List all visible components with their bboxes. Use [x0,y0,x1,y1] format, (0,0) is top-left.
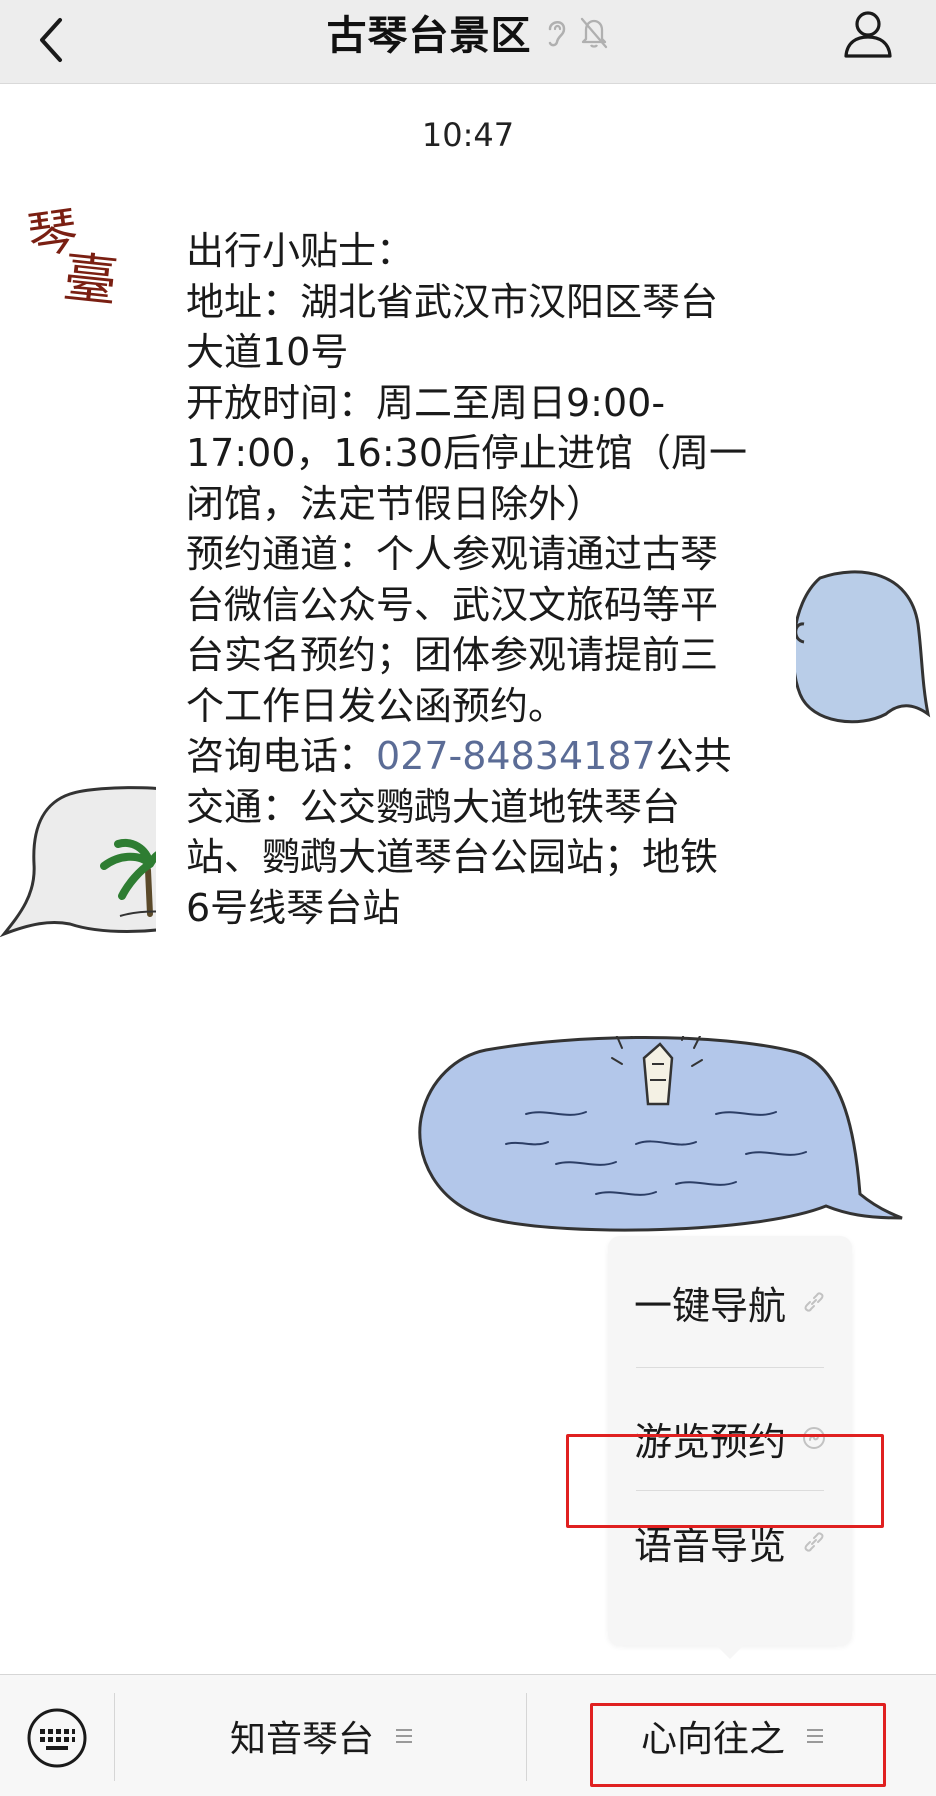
message-line: 个工作日发公函预约。 [186,683,567,728]
title-status-icons [544,15,610,49]
phone-link[interactable]: 027-84834187 [376,734,656,778]
ear-icon [548,21,565,47]
bar-divider [114,1693,115,1781]
navigation-bar: 古琴台景区 [0,0,936,84]
svg-text:臺: 臺 [60,245,120,306]
page-title: 古琴台景区 [326,13,532,59]
message-line: 预约通道：个人参观请通过古琴 [186,532,719,576]
submenu-popup: 一键导航 游览预约 语音导览 [608,1236,852,1659]
mini-program-icon [803,1427,825,1449]
bottom-menu-zhiyinqintai[interactable]: 知音琴台 [116,1675,526,1796]
bar-divider [526,1693,527,1781]
message-line: 6号线琴台站 [186,885,401,930]
keyboard-icon[interactable] [26,1707,88,1769]
menu-item-navigation[interactable]: 一键导航 [608,1250,852,1354]
contact-line: 咨询电话：027-84834187公共 [186,731,766,782]
message-line: 开放时间：周二至周日9:00- [186,380,666,425]
phone-prefix: 咨询电话： [186,734,377,778]
link-icon [804,1292,824,1312]
bottom-menu-bar: 知音琴台 心向往之 [0,1674,936,1796]
message-line: 台微信公众号、武汉文旅码等平 [186,582,719,627]
hamburger-icon [807,1729,823,1743]
phone-suffix: 公共 [655,734,732,778]
speech-bubble-illustration-right [791,570,931,724]
message-timestamp: 10:47 [421,116,515,154]
menu-item-label: 游览预约 [633,1419,786,1464]
bottom-menu-label: 心向往之 [640,1719,785,1760]
menu-item-reservation[interactable]: 游览预约 [608,1386,852,1490]
account-avatar[interactable]: 琴 臺 [24,194,138,313]
message-line: 交通：公交鹦鹉大道地铁琴台 [186,784,681,829]
hamburger-icon [396,1729,412,1743]
qintai-calligraphy-logo: 琴 臺 [24,201,120,313]
profile-icon[interactable] [840,6,896,62]
message-line: 出行小贴士： [186,229,415,273]
bottom-menu-xinxiangwangzhi[interactable]: 心向往之 [528,1675,936,1796]
message-line: 台实名预约；团体参观请提前三 [186,633,719,677]
message-line: 地址：湖北省武汉市汉阳区琴台 [186,279,719,324]
link-icon [804,1532,824,1552]
message-line: 17:00，16:30后停止进馆（周一 [186,431,748,475]
water-pool-illustration [418,1023,903,1232]
message-line: 闭馆，法定节假日除外） [186,481,605,526]
title-group: 古琴台景区 [0,0,936,64]
mute-bell-icon [580,17,607,49]
message-bubble: 出行小贴士： 地址：湖北省武汉市汉阳区琴台 大道10号 开放时间：周二至周日9:… [156,216,796,1036]
popup-caret [716,1645,744,1659]
menu-divider [636,1367,824,1368]
menu-item-label: 语音导览 [633,1523,786,1568]
message-line: 站、鹦鹉大道琴台公园站；地铁 [186,835,719,879]
menu-item-label: 一键导航 [633,1283,786,1328]
menu-item-audio-guide[interactable]: 语音导览 [608,1490,852,1594]
message-line: 大道10号 [186,330,349,374]
bottom-menu-label: 知音琴台 [229,1719,374,1760]
